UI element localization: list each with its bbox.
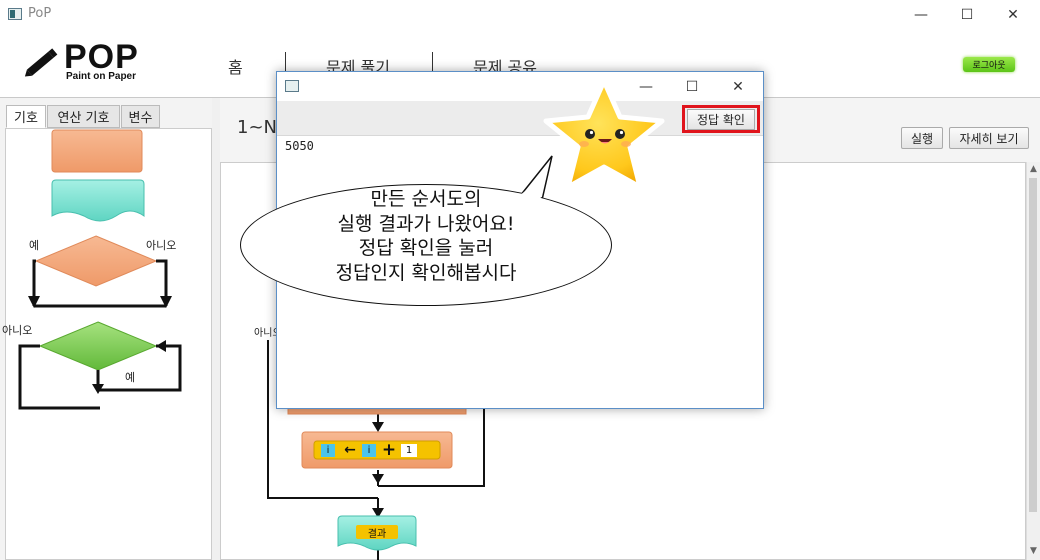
palette-loop-decision[interactable] (38, 321, 158, 371)
dialog-maximize-button[interactable]: ☐ (669, 72, 715, 102)
branch-no-label: 아니오 (146, 239, 177, 252)
window-title: PoP (28, 6, 52, 21)
branch-yes-label: 예 (29, 239, 40, 252)
close-button[interactable]: ✕ (990, 0, 1036, 30)
pencil-icon (24, 48, 58, 77)
palette-shapes (18, 129, 182, 410)
problem-title: 1~N (237, 117, 277, 138)
scroll-up-icon[interactable]: ▲ (1030, 164, 1037, 174)
assign-var2-chip: i (367, 445, 371, 456)
star-mascot-icon (543, 78, 665, 190)
speech-line: 정답인지 확인해봅시다 (335, 261, 517, 284)
logo-subtitle: Paint on Paper (66, 71, 137, 82)
scrollbar-thumb[interactable] (1029, 178, 1037, 512)
speech-line: 정답 확인을 눌러 (358, 237, 494, 259)
assign-number-chip: 1 (405, 445, 413, 456)
loop-yes-label: 예 (125, 371, 136, 384)
detail-button[interactable]: 자세히 보기 (949, 127, 1029, 149)
result-block-label: 결과 (367, 528, 387, 540)
tab-variables[interactable]: 변수 (121, 105, 160, 128)
run-button[interactable]: 실행 (901, 127, 943, 149)
plus-icon: + (381, 440, 397, 460)
palette-io-block[interactable] (51, 179, 145, 222)
window-titlebar: PoP — ☐ ✕ (0, 0, 1040, 30)
dialog-close-button[interactable]: ✕ (715, 72, 761, 102)
palette-process-block[interactable] (51, 129, 143, 173)
dialog-app-icon (285, 80, 299, 92)
app-icon (8, 8, 22, 20)
minimize-button[interactable]: — (898, 0, 944, 30)
maximize-button[interactable]: ☐ (944, 0, 990, 30)
execution-output: 5050 (285, 139, 314, 153)
highlight-box (682, 105, 760, 133)
logout-button[interactable]: 로그아웃 (963, 57, 1015, 72)
panel-divider[interactable] (212, 98, 220, 560)
tab-symbols[interactable]: 기호 (6, 105, 46, 128)
tab-operators[interactable]: 연산 기호 (47, 105, 120, 128)
nav-home[interactable]: 홈 (228, 54, 243, 78)
scroll-down-icon[interactable]: ▼ (1030, 546, 1037, 556)
speech-line: 실행 결과가 나왔어요! (337, 212, 515, 235)
palette-branch-decision[interactable] (34, 235, 158, 287)
loop-no-label: 아니오 (2, 324, 33, 337)
speech-text: 만든 순서도의 실행 결과가 나왔어요! 정답 확인을 눌러 정답인지 확인해봅… (240, 187, 612, 285)
assign-var-chip: i (326, 445, 330, 456)
assign-arrow-icon: ← (344, 442, 356, 458)
